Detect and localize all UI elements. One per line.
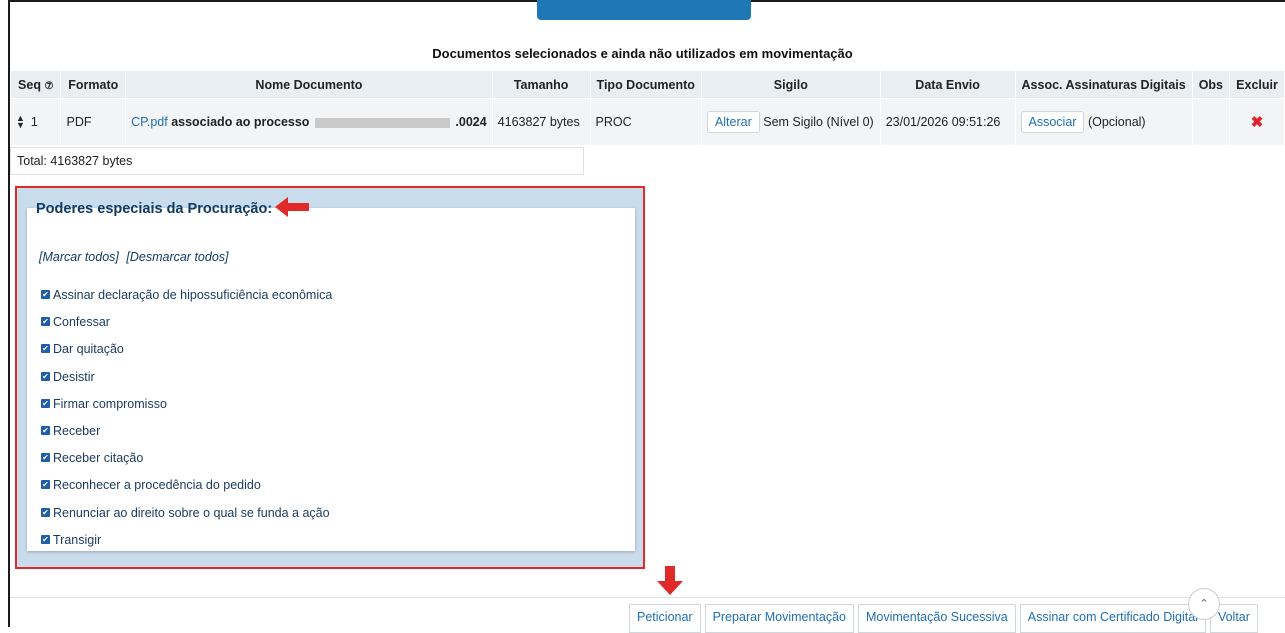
help-icon: ⑦ — [44, 80, 54, 92]
option-item[interactable]: ✔ Desistir — [41, 370, 332, 397]
alterar-button[interactable]: Alterar — [706, 111, 760, 133]
total-bytes: Total: 4163827 bytes — [10, 147, 584, 175]
red-arrow-down-icon — [657, 566, 683, 595]
col-seq[interactable]: Seq ⑦ — [9, 70, 62, 99]
checkbox-checked-icon[interactable]: ✔ — [41, 317, 50, 327]
sigilo-value: Sem Sigilo (Nível 0) — [763, 115, 874, 129]
cell-tipo: PROC — [589, 98, 702, 146]
peticionar-button[interactable]: Peticionar — [629, 604, 701, 633]
table-title: Documentos selecionados e ainda não util… — [432, 46, 853, 61]
cell-formato: PDF — [60, 98, 127, 146]
checkbox-checked-icon[interactable]: ✔ — [41, 290, 50, 299]
col-excluir: Excluir — [1229, 70, 1285, 99]
cell-seq: ▲ ▼ 1 — [9, 98, 62, 146]
option-item[interactable]: ✔ Assinar declaração de hipossuficiência … — [41, 288, 332, 315]
red-arrow-left-icon — [275, 197, 309, 217]
bottom-divider — [10, 597, 1285, 598]
marcar-todos-link[interactable]: [Marcar todos] — [39, 250, 119, 264]
redacted-bar — [314, 117, 450, 128]
col-tipo: Tipo Documento — [589, 70, 702, 99]
col-obs: Obs — [1191, 70, 1231, 99]
col-nome: Nome Documento — [125, 70, 493, 99]
cell-data-envio: 23/01/2026 09:51:26 — [879, 98, 1016, 146]
checkbox-checked-icon[interactable]: ✔ — [41, 507, 50, 517]
delete-icon[interactable]: ✖ — [1251, 114, 1264, 131]
poderes-panel: [Marcar todos] [Desmarcar todos] ✔ Assina… — [27, 208, 635, 551]
table-header-row: Seq ⑦ Formato Nome Documento Tamanho Tip… — [9, 70, 1285, 99]
select-links: [Marcar todos] [Desmarcar todos] — [39, 250, 229, 264]
movimentacao-sucessiva-button[interactable]: Movimentação Sucessiva — [858, 604, 1016, 633]
option-item[interactable]: ✔ Dar quitação — [41, 342, 332, 369]
cell-obs — [1191, 98, 1231, 146]
cell-assoc: Associar (Opcional) — [1014, 98, 1193, 146]
top-tab-button[interactable] — [537, 0, 751, 20]
checkbox-checked-icon[interactable]: ✔ — [41, 453, 50, 463]
cell-excluir: ✖ — [1229, 98, 1285, 146]
poderes-highlight-box: [Marcar todos] [Desmarcar todos] ✔ Assina… — [15, 186, 645, 569]
cell-sigilo: Alterar Sem Sigilo (Nível 0) — [700, 98, 881, 146]
checkbox-checked-icon[interactable]: ✔ — [41, 398, 50, 408]
col-data-envio: Data Envio — [879, 70, 1016, 99]
checkbox-checked-icon[interactable]: ✔ — [41, 480, 50, 490]
checkbox-checked-icon[interactable]: ✔ — [41, 425, 50, 435]
file-desc: associado ao processo — [171, 115, 310, 129]
desmarcar-todos-link[interactable]: [Desmarcar todos] — [126, 250, 228, 264]
preparar-movimentacao-button[interactable]: Preparar Movimentação — [704, 604, 854, 633]
scroll-to-top-icon[interactable]: ⌃ — [1188, 588, 1220, 620]
option-item[interactable]: ✔ Receber — [41, 424, 332, 451]
option-item[interactable]: ✔ Receber citação — [41, 451, 332, 478]
table-row: ▲ ▼ 1 PDF CP.pdf associado ao processo .00… — [9, 98, 1285, 146]
associar-button[interactable]: Associar — [1020, 111, 1085, 133]
checkbox-checked-icon[interactable]: ✔ — [41, 534, 50, 544]
option-item[interactable]: ✔ Renunciar ao direito sobre o qual se fu… — [41, 506, 332, 533]
poderes-options: ✔ Assinar declaração de hipossuficiência … — [41, 288, 332, 560]
cell-nome: CP.pdf associado ao processo .0024 — [125, 98, 493, 146]
cell-tamanho: 4163827 bytes — [491, 98, 591, 146]
reorder-arrows-icon[interactable]: ▲ ▼ — [16, 114, 25, 130]
col-tamanho: Tamanho — [491, 70, 591, 99]
documents-table: Seq ⑦ Formato Nome Documento Tamanho Tip… — [9, 70, 1285, 146]
poderes-legend: Poderes especiais da Procuração: — [36, 201, 273, 217]
action-buttons: Peticionar Preparar Movimentação Movimen… — [629, 604, 1262, 633]
option-item[interactable]: ✔ Reconhecer a procedência do pedido — [41, 478, 332, 505]
option-item[interactable]: ✔ Confessar — [41, 315, 332, 342]
checkbox-checked-icon[interactable]: ✔ — [41, 371, 50, 381]
option-item[interactable]: ✔ Transigir — [41, 533, 332, 560]
col-sigilo: Sigilo — [700, 70, 881, 99]
col-formato: Formato — [60, 70, 127, 99]
col-assoc: Assoc. Assinaturas Digitais — [1014, 70, 1193, 99]
opcional-label: (Opcional) — [1087, 115, 1146, 129]
file-link[interactable]: CP.pdf — [131, 115, 168, 129]
assinar-certificado-button[interactable]: Assinar com Certificado Digital — [1019, 604, 1206, 633]
option-item[interactable]: ✔ Firmar compromisso — [41, 397, 332, 424]
process-suffix: .0024 — [455, 115, 487, 129]
checkbox-checked-icon[interactable]: ✔ — [41, 344, 50, 354]
